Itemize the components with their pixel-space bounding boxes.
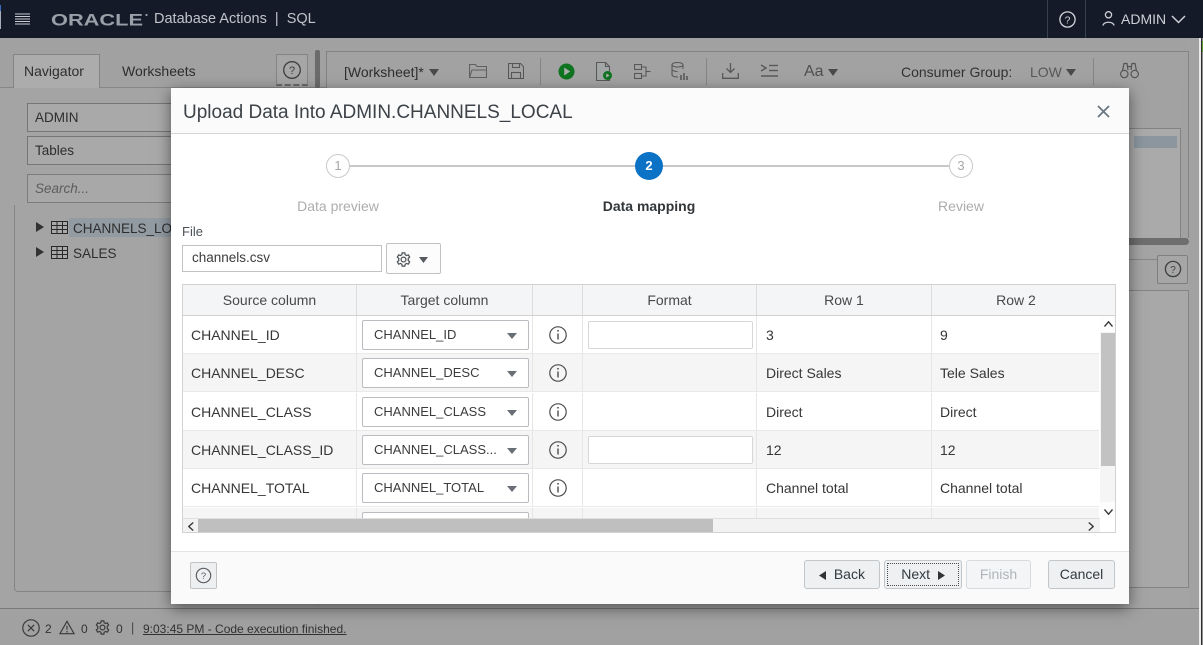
svg-text:ORACLE: ORACLE bbox=[51, 12, 143, 30]
svg-text:?: ? bbox=[1065, 14, 1071, 26]
svg-text:?: ? bbox=[201, 571, 206, 582]
